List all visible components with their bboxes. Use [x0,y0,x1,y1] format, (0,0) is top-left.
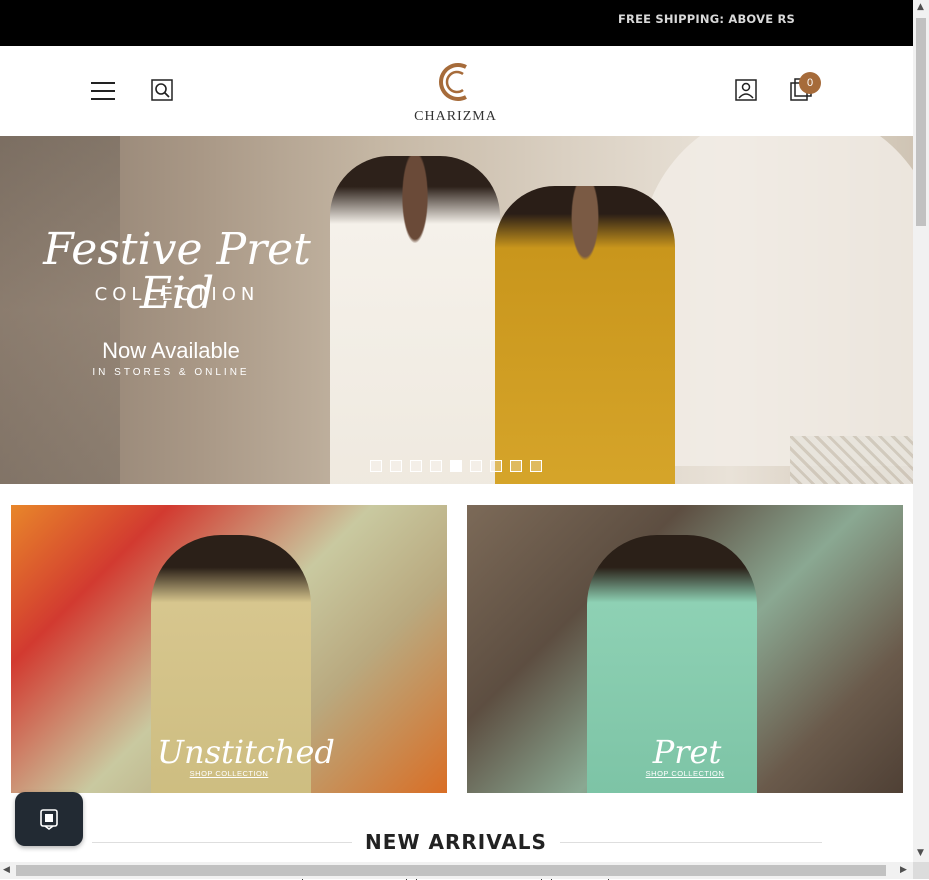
hero-background-lattice [790,436,913,484]
collection-name: Pret [652,733,722,771]
brand-logo[interactable]: CHARIZMA [406,50,505,132]
slider-dots [370,460,542,472]
chat-icon [40,809,58,830]
hero-model-white [330,156,500,484]
slider-dot-button[interactable] [450,460,462,472]
slider-dot-button[interactable] [370,460,382,472]
logo-mark-icon [438,63,467,101]
new-arrivals-title: NEW ARRIVALS [352,828,560,856]
scroll-left-arrow-icon[interactable]: ◀ [3,865,10,875]
hamburger-menu-icon[interactable] [90,78,116,104]
slider-dot-button[interactable] [470,460,482,472]
slider-dot-button[interactable] [430,460,442,472]
collection-tile-unstitched[interactable]: Unstitched SHOP COLLECTION [11,505,447,793]
scroll-right-arrow-icon[interactable]: ▶ [900,865,907,875]
vertical-scroll-thumb[interactable] [916,18,926,226]
scroll-down-arrow-icon[interactable]: ▼ [917,848,924,858]
slider-dot-button[interactable] [390,460,402,472]
announcement-text: FREE SHIPPING: ABOVE RS [617,12,795,26]
hero-model-mustard [495,186,675,484]
collection-tile-pret[interactable]: Pret SHOP COLLECTION [467,505,903,793]
shop-collection-link[interactable]: SHOP COLLECTION [645,769,725,778]
site-header: CHARIZMA 0 [0,46,913,134]
horizontal-scroll-thumb[interactable] [16,865,886,876]
slider-dot-button[interactable] [490,460,502,472]
search-icon[interactable] [150,78,174,102]
slider-dot-button[interactable] [410,460,422,472]
scroll-up-arrow-icon[interactable]: ▲ [917,2,924,12]
hero-cta-sub: IN STORES & ONLINE [92,367,250,378]
hero-banner[interactable]: Festive Pret Eid COLLECTION Now Availabl… [0,136,913,484]
logo-text: CHARIZMA [414,109,497,124]
scrollbar-corner [913,862,929,879]
shop-collection-link[interactable]: SHOP COLLECTION [189,769,269,778]
collection-name: Unstitched [157,733,335,771]
cart-count-badge: 0 [799,72,821,94]
user-icon[interactable] [734,78,758,102]
announcement-bar: FREE SHIPPING: ABOVE RS [0,0,913,46]
hero-subtitle: COLLECTION [94,284,260,305]
hero-cta-line: Now Available [102,338,240,363]
chat-button[interactable] [15,792,83,846]
slider-dot-button[interactable] [530,460,542,472]
hero-background-arch [640,136,913,466]
slider-dot-button[interactable] [510,460,522,472]
